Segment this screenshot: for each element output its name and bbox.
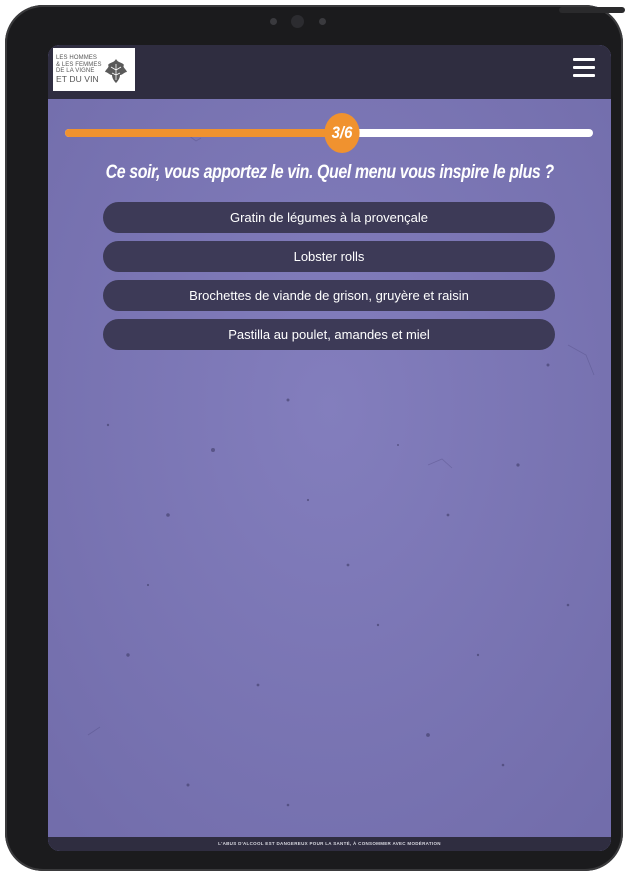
device-side-button [559, 7, 625, 13]
hamburger-menu-icon[interactable] [573, 58, 595, 80]
answer-option-pastilla[interactable]: Pastilla au poulet, amandes et miel [103, 319, 555, 350]
top-bar: LES HOMMES & LES FEMMES DE LA VIGNE ET D… [48, 45, 611, 99]
legal-footer: L'ABUS D'ALCOOL EST DANGEREUX POUR LA SA… [48, 837, 611, 851]
question-title: Ce soir, vous apportez le vin. Quel menu… [48, 162, 611, 184]
logo-line-4: ET DU VIN [56, 73, 99, 84]
logo-line-1: LES HOMMES [56, 55, 98, 62]
answer-option-brochettes[interactable]: Brochettes de viande de grison, gruyère … [103, 280, 555, 311]
progress-fill [65, 129, 329, 137]
brand-logo[interactable]: LES HOMMES & LES FEMMES DE LA VIGNE ET D… [53, 48, 135, 91]
device-sensor [270, 18, 277, 25]
vine-leaf-icon [105, 59, 127, 83]
logo-wordmark: LES HOMMES & LES FEMMES DE LA VIGNE ET D… [56, 55, 102, 83]
device-camera [291, 15, 304, 28]
answer-option-lobster-rolls[interactable]: Lobster rolls [103, 241, 555, 272]
device-sensor-right [319, 18, 326, 25]
tablet-frame: LES HOMMES & LES FEMMES DE LA VIGNE ET D… [5, 5, 625, 871]
answer-options: Gratin de légumes à la provençale Lobste… [103, 202, 555, 358]
app-screen: LES HOMMES & LES FEMMES DE LA VIGNE ET D… [48, 45, 611, 851]
question-text: Ce soir, vous apportez le vin. Quel menu… [105, 162, 554, 183]
answer-option-gratin[interactable]: Gratin de légumes à la provençale [103, 202, 555, 233]
progress-step-badge: 3/6 [324, 113, 360, 153]
